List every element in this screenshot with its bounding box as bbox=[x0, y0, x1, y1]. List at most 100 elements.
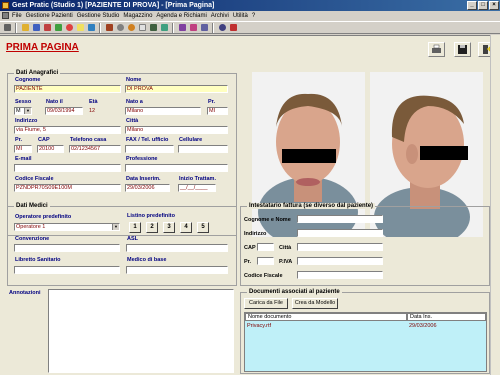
documenti-list[interactable]: Nome documento Data Ins. Privacy.rtf 29/… bbox=[244, 312, 487, 372]
folder-icon[interactable] bbox=[20, 23, 30, 33]
documenti-title: Documenti associati al paziente bbox=[247, 289, 342, 295]
asl-label: ASL bbox=[127, 236, 138, 242]
printer-icon bbox=[432, 44, 441, 53]
menu-file[interactable]: File bbox=[12, 13, 22, 19]
floppy-icon bbox=[458, 45, 467, 54]
settings-icon[interactable] bbox=[199, 23, 209, 33]
money-icon[interactable] bbox=[53, 23, 63, 33]
column-header-data[interactable]: Data Ins. bbox=[407, 313, 486, 321]
fax-field[interactable] bbox=[125, 145, 174, 153]
citta-label: Città bbox=[126, 118, 139, 124]
grid-icon[interactable] bbox=[31, 23, 41, 33]
print-button[interactable] bbox=[428, 42, 445, 57]
table-row[interactable]: Privacy.rtf 29/03/2006 bbox=[245, 322, 486, 330]
window-title: Gest Pratic (Studio 1) [PAZIENTE DI PROV… bbox=[12, 2, 215, 9]
nato-a-field[interactable]: Milano bbox=[125, 107, 201, 115]
inizio-trattam-field[interactable]: __/__/____ bbox=[178, 184, 216, 192]
operatore-label: Operatore predefinito bbox=[15, 214, 72, 220]
fattura-cf-field[interactable] bbox=[297, 271, 383, 279]
menu-help[interactable]: ? bbox=[252, 13, 255, 19]
search-icon[interactable] bbox=[217, 23, 227, 33]
phone-icon[interactable] bbox=[177, 23, 187, 33]
save-button[interactable] bbox=[454, 42, 471, 57]
listino-button-5[interactable]: 5 bbox=[197, 222, 209, 233]
medico-field[interactable] bbox=[126, 266, 228, 274]
fattura-title: Intestatario fattura (se diverso dal paz… bbox=[247, 203, 376, 209]
fattura-indirizzo-field[interactable] bbox=[297, 229, 383, 237]
menu-gestione-pazienti[interactable]: Gestione Pazienti bbox=[26, 13, 73, 19]
menubar: File Gestione Pazienti Gestione Studio M… bbox=[0, 11, 500, 21]
exit-icon[interactable] bbox=[228, 23, 238, 33]
sesso-select[interactable]: M ▼ bbox=[14, 107, 32, 115]
vertical-scrollbar[interactable] bbox=[490, 35, 500, 375]
libretto-field[interactable] bbox=[14, 266, 120, 274]
card-icon[interactable] bbox=[86, 23, 96, 33]
main-content: PRIMA PAGINA Dati Anagrafici Cognome PAZ… bbox=[0, 35, 500, 375]
cellulare-label: Cellulare bbox=[179, 137, 203, 143]
fattura-cap-field[interactable] bbox=[257, 243, 274, 251]
chart-icon[interactable] bbox=[188, 23, 198, 33]
asl-field[interactable] bbox=[126, 244, 228, 252]
window-titlebar: Gest Pratic (Studio 1) [PAZIENTE DI PROV… bbox=[0, 0, 500, 11]
telefono-label: Telefono casa bbox=[70, 137, 107, 143]
menu-agenda-richiami[interactable]: Agenda e Richiami bbox=[156, 13, 206, 19]
codice-fiscale-field[interactable]: PZNDPR70S09E100M bbox=[14, 184, 121, 192]
pr-nascita-label: Pr. bbox=[208, 99, 216, 105]
carica-da-file-button[interactable]: Carica da File bbox=[244, 298, 288, 309]
doc-icon[interactable] bbox=[159, 23, 169, 33]
note-icon[interactable] bbox=[75, 23, 85, 33]
nome-field[interactable]: DI PROVA bbox=[125, 85, 228, 93]
calc-icon[interactable] bbox=[148, 23, 158, 33]
fattura-piva-field[interactable] bbox=[297, 257, 383, 265]
maximize-button[interactable]: □ bbox=[478, 1, 488, 10]
column-header-nome[interactable]: Nome documento bbox=[245, 313, 407, 321]
pr-nascita-field[interactable]: MI bbox=[207, 107, 228, 115]
close-button[interactable]: × bbox=[489, 1, 499, 10]
printer-icon[interactable] bbox=[2, 23, 12, 33]
sesso-label: Sesso bbox=[15, 99, 32, 105]
listino-button-3[interactable]: 3 bbox=[163, 222, 175, 233]
cap-field[interactable]: 20100 bbox=[37, 145, 64, 153]
listino-button-2[interactable]: 2 bbox=[146, 222, 158, 233]
fattura-pr-label: Pr. bbox=[244, 259, 252, 265]
minimize-button[interactable]: _ bbox=[467, 1, 477, 10]
menu-gestione-studio[interactable]: Gestione Studio bbox=[77, 13, 120, 19]
document-system-icon[interactable] bbox=[2, 12, 9, 19]
pr-field[interactable]: MI bbox=[14, 145, 32, 153]
cap-label: CAP bbox=[38, 137, 50, 143]
cellulare-field[interactable] bbox=[178, 145, 228, 153]
listino-button-1[interactable]: 1 bbox=[129, 222, 141, 233]
chevron-down-icon: ▼ bbox=[112, 224, 119, 230]
fattura-pr-field[interactable] bbox=[257, 257, 274, 265]
crea-da-modello-button[interactable]: Crea da Modello bbox=[292, 298, 338, 309]
bag-icon[interactable] bbox=[104, 23, 114, 33]
camera-icon[interactable] bbox=[126, 23, 136, 33]
cognome-field[interactable]: PAZIENTE bbox=[14, 85, 121, 93]
toolbar bbox=[0, 21, 500, 34]
tooth-icon[interactable] bbox=[137, 23, 147, 33]
indirizzo-label: Indirizzo bbox=[15, 118, 38, 124]
professione-field[interactable] bbox=[125, 164, 228, 172]
doc-name-cell: Privacy.rtf bbox=[247, 323, 272, 329]
nato-il-field[interactable]: 09/03/1994 bbox=[45, 107, 83, 115]
calendar-icon[interactable] bbox=[42, 23, 52, 33]
fattura-nome-field[interactable] bbox=[297, 215, 383, 223]
convenzione-field[interactable] bbox=[14, 244, 120, 252]
dati-anagrafici-title: Dati Anagrafici bbox=[14, 70, 61, 76]
fattura-citta-field[interactable] bbox=[297, 243, 383, 251]
clock-icon[interactable] bbox=[115, 23, 125, 33]
menu-utilita[interactable]: Utilità bbox=[233, 13, 248, 19]
convenzione-label: Convenzione bbox=[15, 236, 50, 242]
inizio-trattam-label: Inizio Trattam. bbox=[179, 176, 216, 182]
lifebuoy-icon[interactable] bbox=[64, 23, 74, 33]
telefono-field[interactable]: 02/1234567 bbox=[69, 145, 121, 153]
email-field[interactable] bbox=[14, 164, 121, 172]
annotazioni-textarea[interactable] bbox=[48, 289, 234, 373]
listino-button-4[interactable]: 4 bbox=[180, 222, 192, 233]
data-inserim-field[interactable]: 29/03/2006 bbox=[125, 184, 170, 192]
citta-field[interactable]: Milano bbox=[125, 126, 228, 134]
menu-archivi[interactable]: Archivi bbox=[211, 13, 229, 19]
indirizzo-field[interactable]: via Fiume, 5 bbox=[14, 126, 121, 134]
menu-magazzino[interactable]: Magazzino bbox=[123, 13, 152, 19]
operatore-select[interactable]: Operatore 1 ▼ bbox=[14, 223, 120, 231]
